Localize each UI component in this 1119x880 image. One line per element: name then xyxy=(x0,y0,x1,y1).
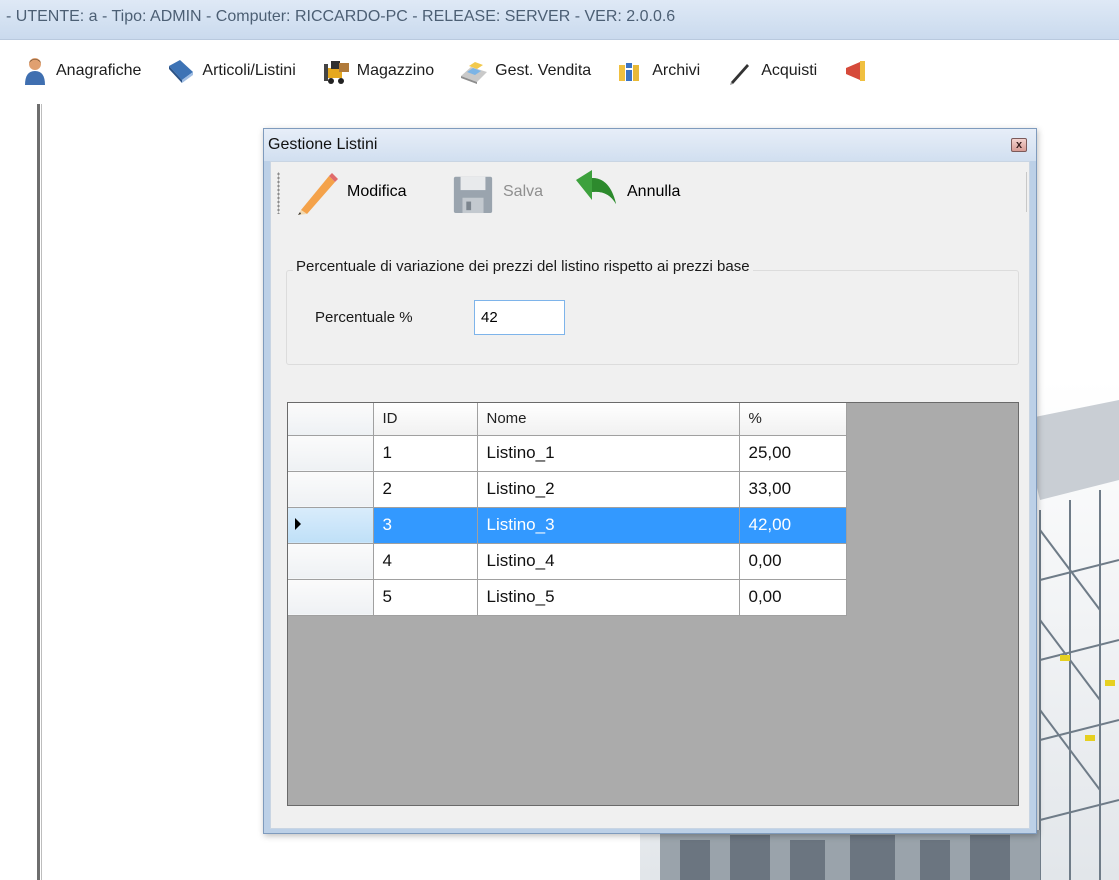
menu-item-archivi[interactable]: Archivi xyxy=(616,56,700,86)
cell-percent[interactable]: 0,00 xyxy=(739,543,847,580)
column-header-percent[interactable]: % xyxy=(739,403,847,436)
cell-percent[interactable]: 42,00 xyxy=(739,507,847,544)
undo-arrow-icon xyxy=(576,170,616,204)
cell-nome[interactable]: Listino_4 xyxy=(477,543,740,580)
menu-item-anagrafiche[interactable]: Anagrafiche xyxy=(20,56,141,86)
gestione-listini-dialog: Gestione Listini x Modifica Salva Annull… xyxy=(263,128,1037,834)
toolbar-grip[interactable] xyxy=(277,172,280,214)
table-row[interactable]: 1 Listino_1 25,00 xyxy=(288,435,847,472)
menu-item-more[interactable] xyxy=(842,56,878,86)
row-header[interactable] xyxy=(288,471,374,508)
menu-label: Anagrafiche xyxy=(56,62,142,79)
dialog-toolbar: Modifica Salva Annulla xyxy=(271,162,1029,220)
app-title-text: - UTENTE: a - Tipo: ADMIN - Computer: RI… xyxy=(6,8,676,25)
listini-grid[interactable]: ID Nome % 1 Listino_1 25,00 2 Listino_2 … xyxy=(287,402,1019,806)
person-icon xyxy=(25,58,45,85)
menu-item-articoli-listini[interactable]: Articoli/Listini xyxy=(166,56,296,86)
menu-item-gest-vendita[interactable]: Gest. Vendita xyxy=(459,56,591,86)
toolbar-separator xyxy=(1026,172,1027,212)
table-row[interactable]: 5 Listino_5 0,00 xyxy=(288,579,847,616)
cell-id[interactable]: 2 xyxy=(373,471,478,508)
cell-nome[interactable]: Listino_2 xyxy=(477,471,740,508)
listini-table: ID Nome % 1 Listino_1 25,00 2 Listino_2 … xyxy=(288,403,847,616)
table-row[interactable]: 2 Listino_2 33,00 xyxy=(288,471,847,508)
close-icon[interactable]: x xyxy=(1011,138,1027,152)
forklift-icon xyxy=(323,61,349,84)
cell-percent[interactable]: 25,00 xyxy=(739,435,847,472)
cell-nome[interactable]: Listino_5 xyxy=(477,579,740,616)
table-row[interactable]: 4 Listino_4 0,00 xyxy=(288,543,847,580)
percentuale-label: Percentuale % xyxy=(315,309,413,326)
salva-label: Salva xyxy=(503,183,544,200)
menu-label: Acquisti xyxy=(761,62,818,79)
annulla-button[interactable]: Annulla xyxy=(571,168,680,216)
cell-nome[interactable]: Listino_3 xyxy=(477,507,740,544)
pencil-icon xyxy=(298,173,338,215)
cell-id[interactable]: 3 xyxy=(373,507,478,544)
column-header-nome[interactable]: Nome xyxy=(477,403,740,436)
cell-percent[interactable]: 33,00 xyxy=(739,471,847,508)
cell-id[interactable]: 5 xyxy=(373,579,478,616)
salva-button[interactable]: Salva xyxy=(451,168,543,216)
book-icon xyxy=(169,60,194,83)
app-title-bar: - UTENTE: a - Tipo: ADMIN - Computer: RI… xyxy=(0,0,1119,40)
table-header-row: ID Nome % xyxy=(288,403,847,436)
menu-label: Gest. Vendita xyxy=(495,62,592,79)
menu-label: Archivi xyxy=(652,62,701,79)
dialog-body: Modifica Salva Annulla Percentuale di va… xyxy=(270,161,1030,829)
main-menu-bar: Anagrafiche Articoli/Listini Magazzino G… xyxy=(0,41,1119,101)
column-header-id[interactable]: ID xyxy=(373,403,478,436)
floppy-disk-icon xyxy=(453,176,493,214)
cell-nome[interactable]: Listino_1 xyxy=(477,435,740,472)
menu-item-magazzino[interactable]: Magazzino xyxy=(321,56,434,86)
table-row-selected[interactable]: 3 Listino_3 42,00 xyxy=(288,507,847,544)
cell-id[interactable]: 4 xyxy=(373,543,478,580)
cell-id[interactable]: 1 xyxy=(373,435,478,472)
dialog-title: Gestione Listini xyxy=(268,136,378,153)
corner-header-cell[interactable] xyxy=(288,403,374,436)
cell-percent[interactable]: 0,00 xyxy=(739,579,847,616)
row-header[interactable] xyxy=(288,543,374,580)
left-panel-divider xyxy=(37,104,42,880)
row-header[interactable] xyxy=(288,435,374,472)
menu-label: Magazzino xyxy=(356,62,435,79)
pen-icon xyxy=(730,64,750,85)
row-header[interactable] xyxy=(288,579,374,616)
binders-icon xyxy=(619,63,640,81)
modifica-button[interactable]: Modifica xyxy=(293,168,407,216)
annulla-label: Annulla xyxy=(627,183,681,200)
current-row-arrow-icon xyxy=(295,518,301,530)
menu-label: Articoli/Listini xyxy=(202,62,296,79)
megaphone-icon xyxy=(846,61,866,81)
dialog-title-bar[interactable]: Gestione Listini xyxy=(264,129,1036,161)
cash-register-icon xyxy=(461,62,488,84)
modifica-label: Modifica xyxy=(347,183,407,200)
row-header[interactable] xyxy=(288,507,374,544)
menu-item-acquisti[interactable]: Acquisti xyxy=(725,56,817,86)
percentuale-input[interactable] xyxy=(474,300,565,335)
group-legend: Percentuale di variazione dei prezzi del… xyxy=(293,258,753,275)
